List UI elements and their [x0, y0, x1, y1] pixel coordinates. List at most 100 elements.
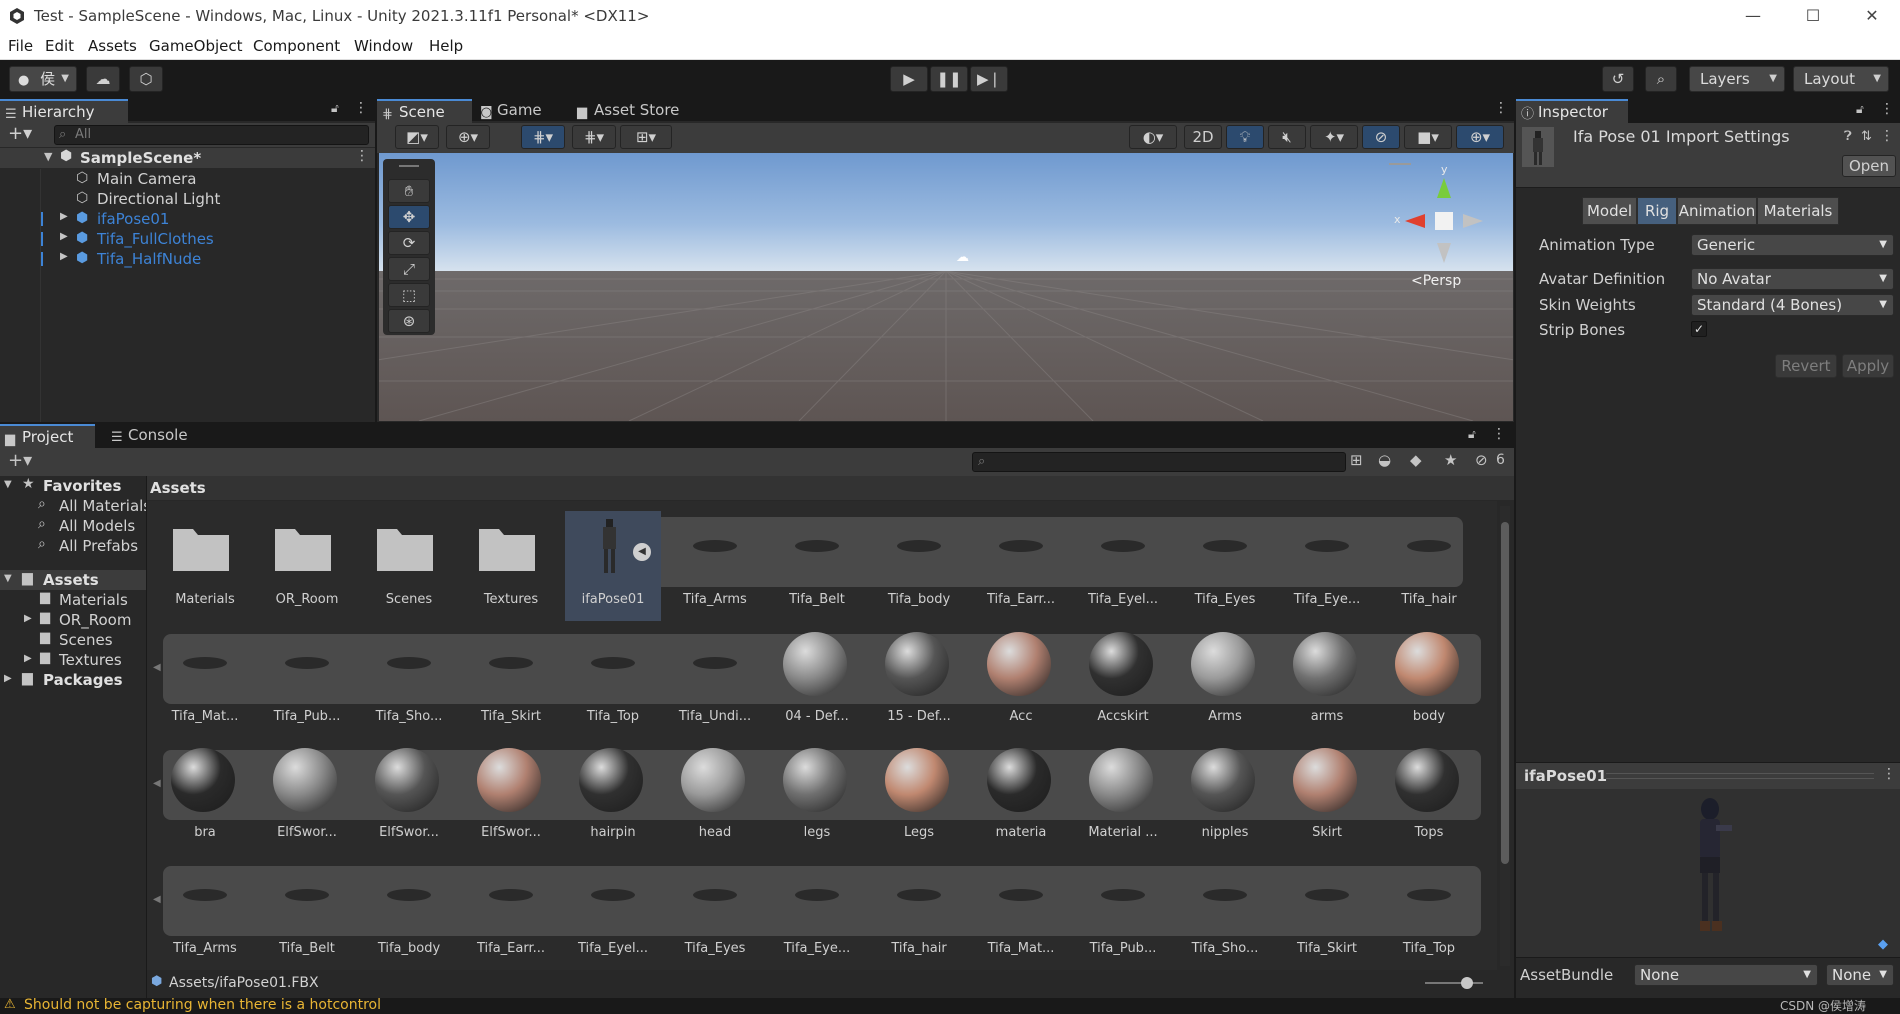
hierarchy-item[interactable]: ⬡ Directional Light — [0, 189, 375, 209]
gizmos-dropdown[interactable]: ⊕▾ — [1456, 125, 1504, 149]
asset-item[interactable]: Material ... — [1075, 744, 1171, 854]
menu-edit[interactable]: Edit — [45, 37, 74, 55]
asset-item[interactable]: Tifa_Earr... — [973, 511, 1069, 621]
asset-item[interactable]: Tifa_Arms — [157, 860, 253, 970]
asset-item[interactable]: Tifa_Belt — [769, 511, 865, 621]
more-menu-icon[interactable]: ⋮ — [1494, 100, 1508, 116]
subtab-materials[interactable]: Materials — [1757, 197, 1839, 225]
transform-tool-button[interactable]: ⊛ — [388, 309, 430, 333]
tab-project[interactable]: ▆ Project — [0, 424, 95, 448]
more-menu-icon[interactable]: ⋮ — [1880, 128, 1894, 144]
asset-item[interactable]: Tifa_Sho... — [361, 628, 457, 738]
hierarchy-prefab-item[interactable]: ▶ ⬢ Tifa_FullClothes — [0, 229, 375, 249]
asset-item[interactable]: Tifa_Skirt — [1279, 860, 1375, 970]
collab-button[interactable]: ⬡ — [129, 66, 163, 92]
tab-hierarchy[interactable]: ☰ Hierarchy — [0, 99, 128, 123]
global-local-dropdown[interactable]: ⊕▾ — [446, 125, 490, 149]
asset-item[interactable]: Tifa_Earr... — [463, 860, 559, 970]
create-add-button[interactable]: +▾ — [8, 123, 32, 144]
projection-label[interactable]: <Persp — [1411, 273, 1461, 289]
gizmo-handle[interactable] — [1389, 163, 1411, 165]
asset-item[interactable]: ElfSwor... — [463, 744, 559, 854]
asset-item[interactable]: Tifa_Eye... — [769, 860, 865, 970]
avatar-definition-dropdown[interactable]: No Avatar ▼ — [1691, 268, 1894, 290]
expand-arrow-icon[interactable]: ▶ — [24, 653, 32, 664]
toggle-2d-button[interactable]: 2D — [1184, 125, 1222, 149]
orientation-gizmo[interactable]: y x — [1389, 163, 1499, 273]
audio-toggle[interactable]: 🔇︎ — [1268, 125, 1306, 149]
asset-item[interactable]: Tifa_Eye... — [1279, 511, 1375, 621]
tag-label-icon[interactable]: ◆ — [1878, 937, 1888, 952]
asset-item[interactable]: Tifa_Skirt — [463, 628, 559, 738]
subtab-rig[interactable]: Rig — [1637, 197, 1677, 225]
favorite-item[interactable]: ⌕ All Models — [0, 516, 146, 536]
create-add-button[interactable]: +▾ — [8, 450, 32, 471]
asset-item[interactable]: Tifa_Arms — [667, 511, 763, 621]
project-search-input[interactable]: ⌕ — [972, 452, 1346, 472]
asset-item[interactable]: Tifa_Pub... — [259, 628, 355, 738]
favorite-item[interactable]: ⌕ All Prefabs — [0, 536, 146, 556]
folder-tree-item[interactable]: ▆ Scenes — [0, 630, 146, 650]
asset-item[interactable]: Tifa_hair — [871, 860, 967, 970]
expand-arrow-icon[interactable]: ▼ — [4, 479, 12, 490]
tab-console[interactable]: ☰ Console — [106, 424, 201, 448]
asset-item[interactable]: Acc — [973, 628, 1069, 738]
asset-item[interactable]: ElfSwor... — [259, 744, 355, 854]
expand-arrow-icon[interactable]: ◀ — [153, 894, 161, 905]
tab-inspector[interactable]: ⓘ Inspector — [1516, 99, 1628, 123]
folder-tree-item[interactable]: ▶ ▆ OR_Room — [0, 610, 146, 630]
asset-item[interactable]: 04 - Def... — [769, 628, 865, 738]
menu-file[interactable]: File — [8, 37, 33, 55]
asset-item[interactable]: OR_Room — [259, 511, 355, 621]
menu-gameobject[interactable]: GameObject — [149, 37, 243, 55]
assetbundle-dropdown[interactable]: None ▼ — [1634, 964, 1818, 986]
subtab-model[interactable]: Model — [1582, 197, 1637, 225]
more-menu-icon[interactable]: ⋮ — [1882, 766, 1896, 782]
expand-arrow-icon[interactable]: ▶ — [60, 211, 68, 222]
asset-item[interactable]: Legs — [871, 744, 967, 854]
asset-item[interactable]: head — [667, 744, 763, 854]
maximize-button[interactable]: ☐ — [1787, 0, 1839, 32]
layers-dropdown[interactable]: Layers ▼ — [1689, 66, 1785, 92]
asset-item[interactable]: Scenes — [361, 511, 457, 621]
asset-item[interactable]: Tifa_Eyel... — [1075, 511, 1171, 621]
asset-item[interactable]: Tifa_body — [361, 860, 457, 970]
favorites-row[interactable]: ▼ ★ Favorites — [0, 476, 146, 496]
asset-item[interactable]: Arms — [1177, 628, 1273, 738]
label-tag-icon[interactable]: ◆ — [1410, 451, 1422, 469]
cloud-button[interactable]: ☁ — [86, 66, 120, 92]
asset-item[interactable]: Tifa_Mat... — [157, 628, 253, 738]
filter-type-icon[interactable]: ◒ — [1378, 451, 1391, 469]
asset-item[interactable]: Materials — [157, 511, 253, 621]
hierarchy-prefab-item[interactable]: ▶ ⬢ Tifa_HalfNude — [0, 249, 375, 269]
draw-mode-dropdown[interactable]: ◩▾ — [395, 125, 439, 149]
pause-button[interactable]: ❚❚ — [930, 66, 968, 92]
expand-arrow-icon[interactable]: ▶ — [60, 231, 68, 242]
grid-snap-dropdown[interactable]: ⋕▾ — [521, 125, 565, 149]
layout-dropdown[interactable]: Layout ▼ — [1793, 66, 1889, 92]
asset-item[interactable]: hairpin — [565, 744, 661, 854]
more-menu-icon[interactable]: ⋮ — [355, 148, 369, 164]
minimize-button[interactable]: — — [1727, 0, 1779, 32]
lighting-toggle[interactable]: 💡︎ — [1226, 125, 1264, 149]
search-type-icon[interactable]: ⊞ — [1350, 451, 1363, 469]
status-warning-text[interactable]: Should not be capturing when there is a … — [24, 997, 381, 1013]
strip-bones-checkbox[interactable]: ✓ — [1691, 321, 1707, 337]
open-button[interactable]: Open — [1842, 155, 1896, 177]
folder-tree-item[interactable]: ▆ Materials — [0, 590, 146, 610]
play-button[interactable]: ▶ — [890, 66, 928, 92]
asset-item[interactable]: Tifa_Pub... — [1075, 860, 1171, 970]
expand-arrow-icon[interactable]: ▶ — [60, 251, 68, 262]
asset-item[interactable]: Skirt — [1279, 744, 1375, 854]
asset-item[interactable]: body — [1381, 628, 1477, 738]
more-menu-icon[interactable]: ⋮ — [354, 100, 368, 116]
folder-tree-item[interactable]: ▶ ▆ Textures — [0, 650, 146, 670]
render-mode-dropdown[interactable]: ◐▾ — [1129, 125, 1177, 149]
scale-tool-button[interactable]: ⤢ — [388, 257, 430, 281]
undo-history-button[interactable]: ↺ — [1602, 66, 1634, 92]
asset-item[interactable]: Tifa_Eyel... — [565, 860, 661, 970]
asset-item[interactable]: Tifa_Sho... — [1177, 860, 1273, 970]
rect-tool-button[interactable]: ⬚ — [388, 283, 430, 307]
more-menu-icon[interactable]: ⋮ — [1492, 426, 1506, 442]
favorite-star-icon[interactable]: ★ — [1444, 451, 1457, 469]
